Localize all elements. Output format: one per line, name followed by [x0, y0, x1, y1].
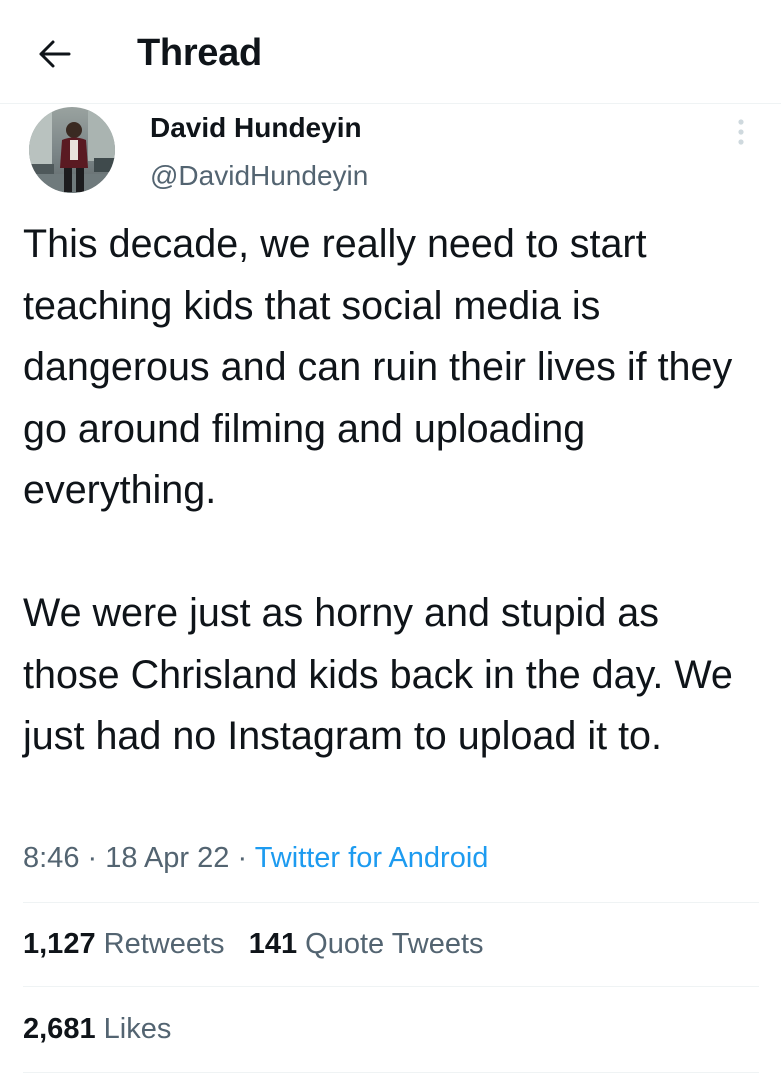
author-display-name[interactable]: David Hundeyin: [150, 110, 362, 146]
likes-label: Likes: [103, 1013, 172, 1045]
more-vertical-icon: [738, 119, 744, 145]
quote-tweets-stat[interactable]: 141 Quote Tweets: [249, 928, 484, 960]
tweet-paragraph-1: This decade, we really need to start tea…: [23, 222, 733, 512]
tweet-date[interactable]: 18 Apr 22: [105, 842, 229, 874]
retweets-label: Retweets: [103, 928, 225, 960]
quote-tweets-count: 141: [248, 928, 298, 960]
divider: [23, 986, 759, 987]
author-handle[interactable]: @DavidHundeyin: [150, 158, 368, 194]
likes-row: 2,681 Likes: [23, 1009, 171, 1049]
tweet-paragraph-2: We were just as horny and stupid as thos…: [23, 591, 733, 758]
arrow-left-icon: [39, 40, 71, 68]
tweet-text: This decade, we really need to start tea…: [23, 214, 763, 768]
more-options-button[interactable]: [726, 114, 756, 150]
tweet-source-link[interactable]: Twitter for Android: [255, 842, 489, 874]
retweets-stat[interactable]: 1,127 Retweets: [23, 928, 225, 960]
tweet-meta: 8:46 · 18 Apr 22 · Twitter for Android: [23, 838, 488, 878]
page-title: Thread: [137, 32, 262, 74]
thread-header: Thread: [0, 0, 781, 104]
meta-separator: ·: [237, 842, 248, 874]
likes-count: 2,681: [23, 1013, 96, 1045]
avatar[interactable]: [22, 106, 126, 194]
engagement-row: 1,127 Retweets 141 Quote Tweets: [23, 924, 484, 964]
back-button[interactable]: [34, 34, 74, 74]
divider: [23, 1072, 759, 1073]
divider: [23, 902, 759, 903]
tweet-time[interactable]: 8:46: [23, 842, 79, 874]
quote-tweets-label: Quote Tweets: [305, 928, 484, 960]
profile-photo: [29, 107, 115, 193]
likes-stat[interactable]: 2,681 Likes: [23, 1013, 171, 1045]
retweets-count: 1,127: [23, 928, 96, 960]
meta-separator: ·: [87, 842, 98, 874]
